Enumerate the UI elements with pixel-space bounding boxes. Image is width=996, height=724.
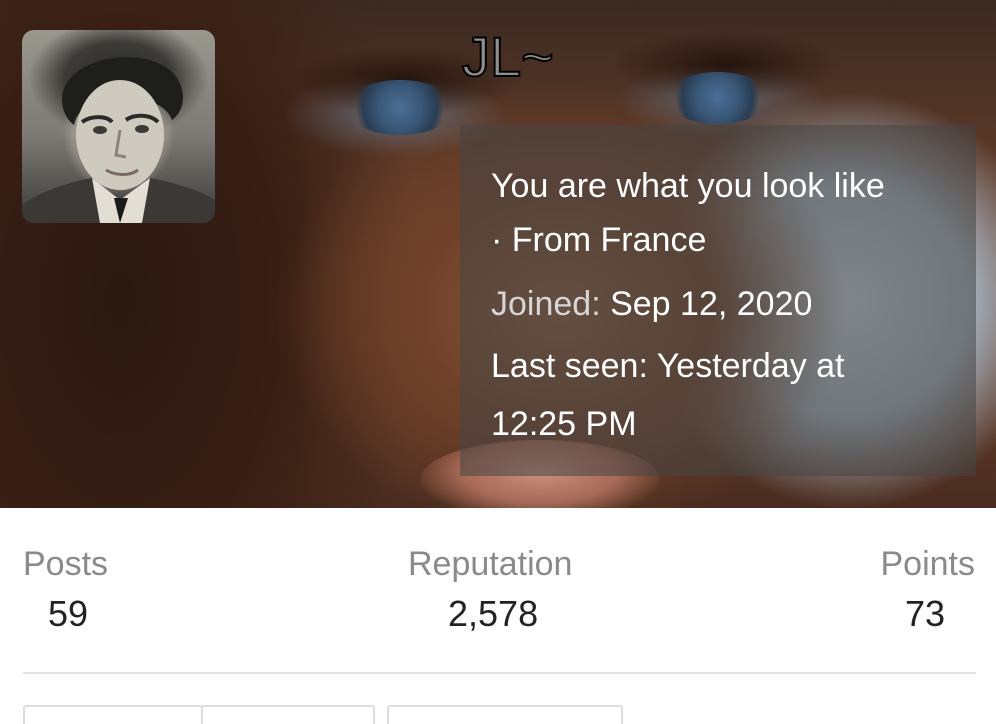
profile-tagline: You are what you look like bbox=[491, 167, 885, 205]
profile-page: JL~ You are what you look like · From Fr… bbox=[0, 0, 996, 724]
profile-location: · From France bbox=[491, 221, 707, 259]
stats-divider bbox=[23, 672, 976, 674]
profile-joined: Joined: Sep 12, 2020 bbox=[491, 277, 946, 331]
profile-tab-3[interactable] bbox=[387, 705, 623, 724]
avatar-portrait-icon bbox=[22, 57, 215, 223]
points-label: Points bbox=[880, 545, 976, 583]
reputation-value: 2,578 bbox=[448, 593, 539, 634]
last-seen-label: Last seen: bbox=[491, 347, 648, 385]
profile-username: JL~ bbox=[461, 24, 555, 89]
stat-points[interactable]: Points 73 bbox=[881, 544, 976, 636]
joined-label: Joined: bbox=[491, 285, 601, 323]
profile-tab-2[interactable] bbox=[201, 705, 375, 724]
joined-date[interactable]: Sep 12, 2020 bbox=[610, 285, 812, 323]
posts-value: 59 bbox=[48, 593, 89, 634]
profile-cover-image: JL~ You are what you look like · From Fr… bbox=[0, 0, 996, 508]
cover-eye-right bbox=[665, 72, 770, 124]
stat-posts[interactable]: Posts 59 bbox=[23, 544, 108, 636]
points-value: 73 bbox=[904, 593, 945, 634]
profile-tab-1[interactable] bbox=[23, 705, 203, 724]
profile-stats: Posts 59 Reputation 2,578 Points 73 bbox=[0, 508, 996, 678]
avatar[interactable] bbox=[22, 30, 215, 223]
reputation-label: Reputation bbox=[408, 545, 573, 583]
posts-label: Posts bbox=[23, 545, 109, 583]
profile-info-overlay: You are what you look like · From France… bbox=[460, 125, 976, 476]
cover-eye-left bbox=[345, 80, 455, 135]
profile-last-seen: Last seen: Yesterday at 12:25 PM bbox=[491, 337, 921, 453]
stat-reputation[interactable]: Reputation 2,578 bbox=[408, 544, 572, 636]
